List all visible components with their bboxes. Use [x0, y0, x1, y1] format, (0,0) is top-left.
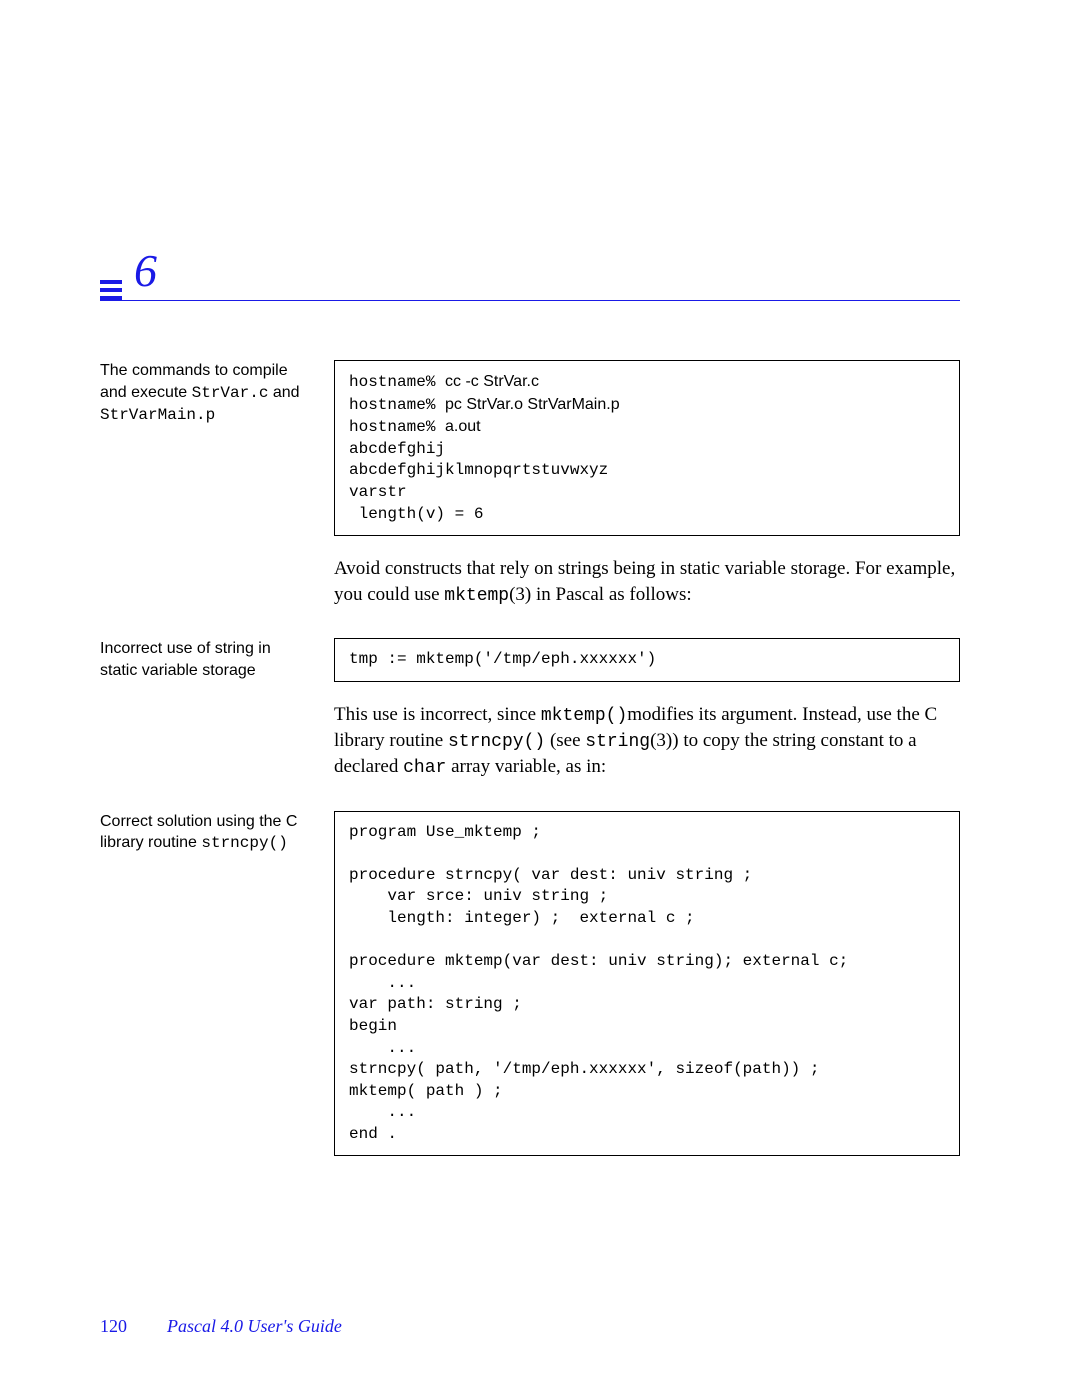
body-code: mktemp — [444, 586, 509, 606]
code-line: ... — [349, 1103, 416, 1121]
sidebar-code-2: StrVarMain.p — [100, 406, 215, 424]
code-box: tmp := mktemp('/tmp/eph.xxxxxx') — [334, 638, 960, 682]
sidebar-code-1: strncpy() — [201, 834, 287, 852]
chapter-icon — [100, 280, 122, 300]
code-line: var srce: univ string ; — [349, 887, 608, 905]
example-compile-row: The commands to compile and execute StrV… — [100, 360, 960, 536]
chapter-heading: 6 — [100, 248, 960, 302]
page-footer: 120 Pascal 4.0 User's Guide — [100, 1316, 960, 1337]
code-line: length: integer) ; external c ; — [349, 909, 695, 927]
code-listing-incorrect: tmp := mktemp('/tmp/eph.xxxxxx') — [334, 638, 960, 682]
body-text: array variable, as in: — [446, 756, 606, 777]
code-box: program Use_mktemp ; procedure strncpy( … — [334, 811, 960, 1157]
chapter-number: 6 — [134, 248, 157, 294]
code-line: begin — [349, 1017, 397, 1035]
code-line: hostname% a.out — [349, 418, 481, 436]
code-line: length(v) = 6 — [349, 505, 483, 523]
sidebar-note-incorrect: Incorrect use of string in static variab… — [100, 638, 310, 681]
body-code: string — [585, 732, 650, 752]
body-row-1: Avoid constructs that rely on strings be… — [100, 556, 960, 608]
code-line: program Use_mktemp ; — [349, 823, 541, 841]
code-listing-compile: hostname% cc -c StrVar.c hostname% pc St… — [334, 360, 960, 536]
code-line: strncpy( path, '/tmp/eph.xxxxxx', sizeof… — [349, 1060, 819, 1078]
page-number: 120 — [100, 1316, 127, 1337]
sidebar-text: and — [268, 384, 299, 401]
body-text: (see — [545, 730, 585, 751]
body-text: (3) in Pascal as follows: — [509, 584, 692, 605]
code-line: hostname% pc StrVar.o StrVarMain.p — [349, 396, 620, 414]
example-correct-row: Correct solution using the C library rou… — [100, 811, 960, 1157]
code-line: hostname% cc -c StrVar.c — [349, 373, 539, 391]
code-line: mktemp( path ) ; — [349, 1082, 503, 1100]
example-incorrect-row: Incorrect use of string in static variab… — [100, 638, 960, 682]
code-listing-correct: program Use_mktemp ; procedure strncpy( … — [334, 811, 960, 1157]
code-line: procedure strncpy( var dest: univ string… — [349, 866, 752, 884]
body-paragraph-2: This use is incorrect, since mktemp()mod… — [334, 702, 960, 781]
code-line: abcdefghijklmnopqrtstuvwxyz — [349, 461, 608, 479]
body-row-2: This use is incorrect, since mktemp()mod… — [100, 702, 960, 781]
code-box: hostname% cc -c StrVar.c hostname% pc St… — [334, 360, 960, 536]
sidebar-note-compile: The commands to compile and execute StrV… — [100, 360, 310, 427]
sidebar-text: Incorrect use of string in static variab… — [100, 640, 271, 679]
body-code: strncpy() — [448, 732, 545, 752]
document-title: Pascal 4.0 User's Guide — [167, 1316, 342, 1337]
sidebar-note-correct: Correct solution using the C library rou… — [100, 811, 310, 855]
code-line: procedure mktemp(var dest: univ string);… — [349, 952, 848, 970]
body-code: mktemp() — [541, 706, 627, 726]
code-line: abcdefghij — [349, 440, 445, 458]
sidebar-code-1: StrVar.c — [192, 384, 269, 402]
content-area: The commands to compile and execute StrV… — [100, 360, 960, 1176]
code-line: end . — [349, 1125, 397, 1143]
body-paragraph-1: Avoid constructs that rely on strings be… — [334, 556, 960, 608]
code-line: var path: string ; — [349, 995, 522, 1013]
chapter-rule — [100, 300, 960, 301]
code-line: ... — [349, 1039, 416, 1057]
code-line: varstr — [349, 483, 407, 501]
body-code: char — [403, 758, 446, 778]
code-line: ... — [349, 974, 416, 992]
body-text: This use is incorrect, since — [334, 704, 541, 725]
code-line: tmp := mktemp('/tmp/eph.xxxxxx') — [349, 650, 656, 668]
page: 6 The commands to compile and execute St… — [0, 0, 1080, 1397]
